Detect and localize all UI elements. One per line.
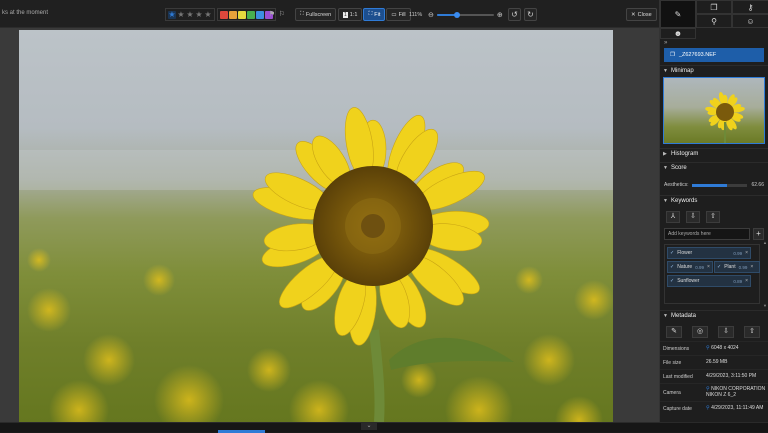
upload-icon[interactable]: ⇧: [744, 326, 760, 338]
star-2[interactable]: ★: [177, 10, 185, 19]
chevron-down-icon[interactable]: ⌄: [361, 423, 377, 430]
fill-button[interactable]: ▭ Fill: [386, 8, 411, 21]
download-icon[interactable]: ⇩: [718, 326, 734, 338]
edit-icon[interactable]: ✎: [666, 326, 682, 338]
rotate-left-icon[interactable]: ↺: [508, 8, 521, 21]
table-row: Capture date ⚲ 4/29/2023, 11:11:49 AM: [660, 401, 768, 415]
fit-button[interactable]: ⛶ Fit: [363, 8, 386, 21]
check-icon: ✓: [670, 264, 675, 270]
check-icon: ✓: [717, 264, 722, 270]
color-label-yellow[interactable]: [238, 10, 246, 19]
color-label-blue[interactable]: [256, 10, 264, 19]
upload-icon[interactable]: ⇧: [706, 211, 720, 223]
aesthetics-score: Aesthetics: 62.66: [664, 182, 764, 188]
section-minimap[interactable]: ▼ Minimap: [660, 65, 768, 76]
tab-people-icon[interactable]: ☻: [660, 28, 696, 39]
keyword-chip[interactable]: ✓ Plant 0.99 ×: [714, 261, 760, 273]
file-name-bar[interactable]: ❐ _Z627693.NEF: [664, 48, 764, 62]
zoom-slider[interactable]: [436, 11, 494, 18]
fill-icon: ▭: [391, 11, 397, 18]
keyword-chip[interactable]: ✓ Nature 0.99 ×: [667, 261, 713, 273]
tab-search-icon[interactable]: ⚷: [732, 0, 768, 14]
search-icon[interactable]: ⚲: [706, 405, 710, 411]
remove-keyword-icon[interactable]: ×: [745, 250, 748, 256]
keyword-list: ✓ Flower 0.99 × ✓ Nature 0.99 × ✓ Plant …: [664, 244, 760, 304]
file-icon: ❐: [670, 52, 675, 58]
keyword-tools: ⅄ ⇩ ⇧: [660, 206, 768, 226]
section-histogram[interactable]: ▶ Histogram: [660, 148, 768, 159]
zoom-1to1-button[interactable]: 1 1:1: [338, 8, 363, 21]
caret-down-icon: ▼: [663, 313, 668, 319]
section-metadata[interactable]: ▼ Metadata: [660, 310, 768, 321]
star-5[interactable]: ★: [204, 10, 212, 19]
collapse-panel-icon[interactable]: »: [660, 39, 768, 48]
auto-tag-icon[interactable]: ⅄: [666, 211, 680, 223]
color-label-green[interactable]: [247, 10, 255, 19]
zoom-out-icon[interactable]: ⊖: [428, 11, 434, 19]
zoom-percent: 111%: [409, 11, 423, 18]
image-canvas[interactable]: [0, 28, 659, 422]
panel-tabs: ✎ ❐ ⚲ ☺ ☻ ⚷: [660, 0, 768, 39]
filmstrip-bar: ⌄: [0, 422, 768, 433]
fit-icon: ⛶: [368, 11, 373, 17]
star-3[interactable]: ★: [186, 10, 194, 19]
remove-keyword-icon[interactable]: ×: [750, 264, 753, 270]
caret-down-icon: ▼: [663, 165, 668, 171]
score-bar: [692, 183, 748, 187]
keyword-chip[interactable]: ✓ Flower 0.99 ×: [667, 247, 751, 259]
info-panel: ✎ ❐ ⚲ ☺ ☻ ⚷ » ❐ _Z627693.NEF ▼ Minimap ▶…: [659, 0, 768, 422]
zoom-slider-handle[interactable]: [453, 11, 460, 18]
scroll-up-icon[interactable]: ▲: [763, 240, 767, 245]
keyword-chip[interactable]: ✓ Sunflower 0.89 ×: [667, 275, 751, 287]
viewer-toolbar: ks at the moment ★ ★ ★ ★ ★ ⚑ ⚐ ⛶ Fullscr…: [0, 0, 659, 28]
scroll-down-icon[interactable]: ▼: [763, 303, 767, 308]
check-icon: ✓: [670, 250, 675, 256]
section-keywords[interactable]: ▼ Keywords: [660, 195, 768, 206]
search-icon[interactable]: ⚲: [706, 345, 710, 351]
table-row: File size 26.59 MB: [660, 355, 768, 369]
remove-keyword-icon[interactable]: ×: [707, 264, 710, 270]
tab-faces-icon[interactable]: ☺: [732, 14, 768, 28]
fullscreen-button[interactable]: ⛶ Fullscreen: [295, 8, 337, 21]
metadata-tools: ✎ ◎ ⇩ ⇧: [660, 321, 768, 341]
tab-location-icon[interactable]: ⚲: [696, 14, 732, 28]
sunflower-photo: [19, 107, 613, 422]
minimap-thumbnail: [705, 92, 745, 143]
tab-info-icon[interactable]: ✎: [660, 0, 696, 28]
close-button[interactable]: ✕ Close: [626, 8, 657, 21]
minimap[interactable]: [663, 77, 765, 144]
color-label-red[interactable]: [220, 10, 228, 19]
star-1[interactable]: ★: [168, 10, 176, 19]
remove-keyword-icon[interactable]: ×: [745, 278, 748, 284]
reject-flag-icon[interactable]: ⚐: [278, 11, 286, 19]
check-icon: ✓: [670, 278, 675, 284]
add-keyword-button[interactable]: +: [753, 228, 764, 240]
caret-right-icon: ▶: [663, 151, 667, 157]
table-row: Last modified 4/29/2023, 3:11:50 PM: [660, 369, 768, 383]
tab-duplicates-icon[interactable]: ❐: [696, 0, 732, 14]
section-score[interactable]: ▼ Score: [660, 162, 768, 173]
download-icon[interactable]: ⇩: [686, 211, 700, 223]
close-icon: ✕: [631, 11, 636, 18]
flag-group: ⚑ ⚐: [268, 8, 286, 21]
caret-down-icon: ▼: [663, 198, 668, 204]
photo-preview: [19, 30, 613, 422]
star-4[interactable]: ★: [195, 10, 203, 19]
flag-icon[interactable]: ⚑: [268, 11, 276, 19]
panel-scrollbar[interactable]: ▲ ▼: [763, 240, 767, 310]
rating-stars: ★ ★ ★ ★ ★: [165, 8, 215, 21]
status-text: ks at the moment: [2, 10, 49, 16]
keyword-input[interactable]: [664, 228, 750, 240]
metadata-table: Dimensions ⚲ 6048 x 4024 File size 26.59…: [660, 341, 768, 415]
rotate-right-icon[interactable]: ↻: [524, 8, 537, 21]
caret-down-icon: ▼: [663, 68, 668, 74]
hide-icon[interactable]: ◎: [692, 326, 708, 338]
one-icon: 1: [343, 11, 348, 18]
expand-icon: ⛶: [300, 11, 304, 17]
color-label-orange[interactable]: [229, 10, 237, 19]
zoom-in-icon[interactable]: ⊕: [497, 11, 503, 19]
table-row: Camera ⚲ NIKON CORPORATION NIKON Z 6_2: [660, 383, 768, 401]
table-row: Dimensions ⚲ 6048 x 4024: [660, 341, 768, 355]
